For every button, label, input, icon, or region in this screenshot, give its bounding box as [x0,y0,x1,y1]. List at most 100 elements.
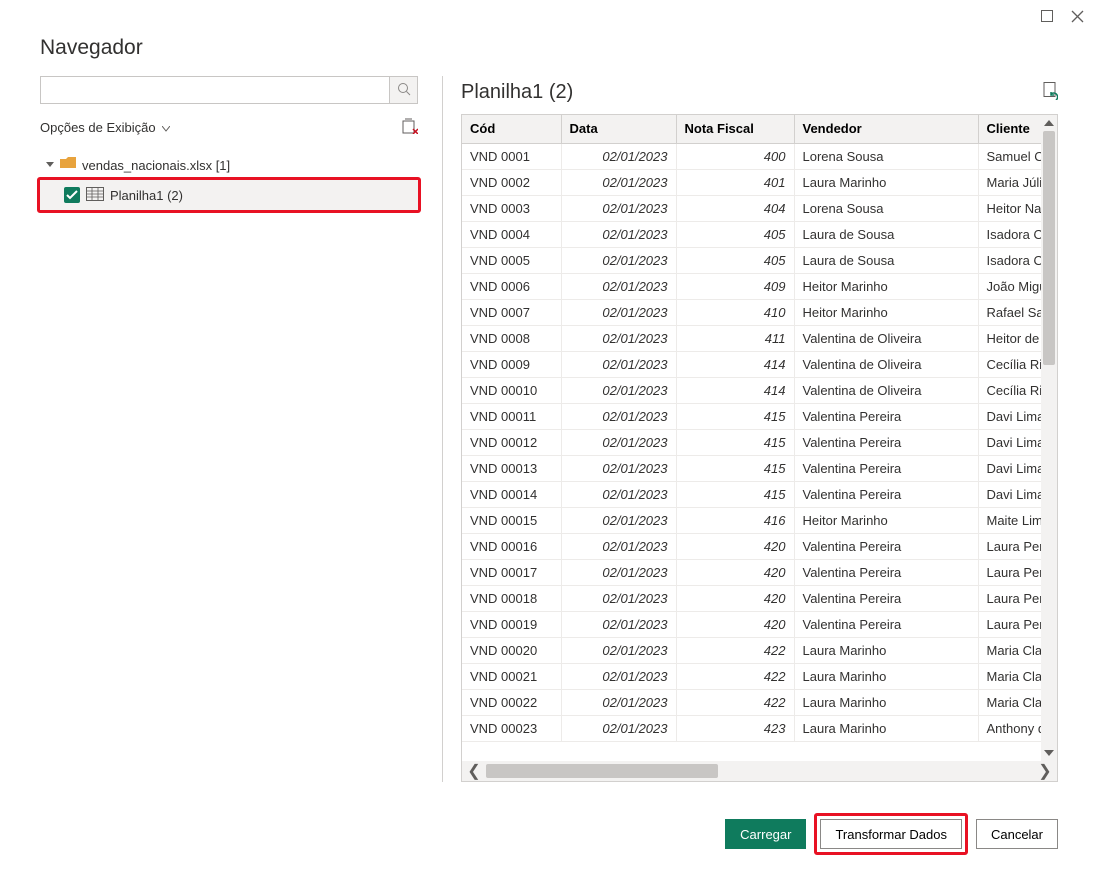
cell-vendedor: Heitor Marinho [794,507,978,533]
cell-data: 02/01/2023 [561,559,676,585]
transform-data-button[interactable]: Transformar Dados [820,819,962,849]
cell-nf: 405 [676,221,794,247]
load-button[interactable]: Carregar [725,819,806,849]
table-row[interactable]: VND 0002102/01/2023422Laura MarinhoMaria… [462,663,1057,689]
cell-cod: VND 00019 [462,611,561,637]
table-header-row: Cód Data Nota Fiscal Vendedor Cliente [462,115,1057,143]
navigator-dialog: Navegador Opções de Exibição [4,0,1094,867]
table-row[interactable]: VND 0001202/01/2023415Valentina PereiraD… [462,429,1057,455]
table-row[interactable]: VND 0002302/01/2023423Laura MarinhoAntho… [462,715,1057,741]
cell-data: 02/01/2023 [561,481,676,507]
cell-vendedor: Valentina Pereira [794,403,978,429]
scroll-up-icon[interactable] [1041,115,1057,131]
cell-nf: 415 [676,481,794,507]
cell-vendedor: Valentina Pereira [794,533,978,559]
refresh-icon[interactable] [1042,82,1058,103]
cell-vendedor: Heitor Marinho [794,273,978,299]
col-header[interactable]: Nota Fiscal [676,115,794,143]
cell-cod: VND 0006 [462,273,561,299]
cell-cod: VND 0007 [462,299,561,325]
vertical-scrollbar[interactable] [1041,115,1057,761]
tree-sheet-label: Planilha1 (2) [110,188,183,203]
table-row[interactable]: VND 000402/01/2023405Laura de SousaIsado… [462,221,1057,247]
cell-data: 02/01/2023 [561,403,676,429]
cell-nf: 422 [676,663,794,689]
table-row[interactable]: VND 000902/01/2023414Valentina de Olivei… [462,351,1057,377]
table-row[interactable]: VND 000602/01/2023409Heitor MarinhoJoão … [462,273,1057,299]
display-options-dropdown[interactable]: Opções de Exibição [40,120,170,135]
table-row[interactable]: VND 0001402/01/2023415Valentina PereiraD… [462,481,1057,507]
col-header[interactable]: Cód [462,115,561,143]
table-row[interactable]: VND 0001702/01/2023420Valentina PereiraL… [462,559,1057,585]
cell-data: 02/01/2023 [561,585,676,611]
scroll-track[interactable] [486,761,1033,781]
table-row[interactable]: VND 000302/01/2023404Lorena SousaHeitor … [462,195,1057,221]
cell-vendedor: Heitor Marinho [794,299,978,325]
cell-data: 02/01/2023 [561,429,676,455]
cell-vendedor: Valentina de Oliveira [794,325,978,351]
maximize-icon[interactable] [1041,10,1053,22]
tree-sheet-row[interactable]: Planilha1 (2) [40,180,418,210]
table-row[interactable]: VND 0001302/01/2023415Valentina PereiraD… [462,455,1057,481]
search-button[interactable] [389,77,417,103]
col-header[interactable]: Data [561,115,676,143]
table-row[interactable]: VND 000502/01/2023405Laura de SousaIsado… [462,247,1057,273]
table-row[interactable]: VND 0002202/01/2023422Laura MarinhoMaria… [462,689,1057,715]
cell-vendedor: Valentina Pereira [794,455,978,481]
table-row[interactable]: VND 0001502/01/2023416Heitor MarinhoMait… [462,507,1057,533]
cell-nf: 422 [676,637,794,663]
cell-vendedor: Lorena Sousa [794,195,978,221]
table-row[interactable]: VND 000702/01/2023410Heitor MarinhoRafae… [462,299,1057,325]
tree-file-row[interactable]: vendas_nacionais.xlsx [1] [40,150,418,180]
cell-cod: VND 00011 [462,403,561,429]
search-box [40,76,418,104]
tree-view: vendas_nacionais.xlsx [1] Planilha1 (2) [40,150,418,210]
cell-cod: VND 0008 [462,325,561,351]
table-row[interactable]: VND 0002002/01/2023422Laura MarinhoMaria… [462,637,1057,663]
table-row[interactable]: VND 000202/01/2023401Laura MarinhoMaria … [462,169,1057,195]
table-row[interactable]: VND 0001802/01/2023420Valentina PereiraL… [462,585,1057,611]
cell-cod: VND 00020 [462,637,561,663]
col-header[interactable]: Vendedor [794,115,978,143]
scroll-right-icon[interactable]: ❯ [1033,761,1057,781]
cell-vendedor: Valentina Pereira [794,559,978,585]
cell-nf: 420 [676,533,794,559]
cell-data: 02/01/2023 [561,533,676,559]
table-row[interactable]: VND 0001902/01/2023420Valentina PereiraL… [462,611,1057,637]
table-row[interactable]: VND 0001602/01/2023420Valentina PereiraL… [462,533,1057,559]
cell-nf: 410 [676,299,794,325]
worksheet-icon [86,187,104,204]
cell-vendedor: Valentina de Oliveira [794,377,978,403]
scroll-thumb[interactable] [1043,131,1055,365]
cell-nf: 422 [676,689,794,715]
cell-nf: 411 [676,325,794,351]
scroll-left-icon[interactable]: ❮ [462,761,486,781]
cell-data: 02/01/2023 [561,221,676,247]
table-row[interactable]: VND 0001002/01/2023414Valentina de Olive… [462,377,1057,403]
cell-nf: 404 [676,195,794,221]
cell-nf: 420 [676,559,794,585]
dialog-title: Navegador [4,32,1094,76]
cell-vendedor: Laura Marinho [794,715,978,741]
folder-icon [60,157,76,173]
display-options-label: Opções de Exibição [40,120,156,135]
scroll-track[interactable] [1041,131,1057,745]
scroll-thumb[interactable] [486,764,718,778]
cell-vendedor: Valentina Pereira [794,585,978,611]
cell-data: 02/01/2023 [561,637,676,663]
checkbox-checked[interactable] [64,187,80,203]
cell-data: 02/01/2023 [561,351,676,377]
cancel-button[interactable]: Cancelar [976,819,1058,849]
remove-icon[interactable] [402,118,418,137]
table-row[interactable]: VND 0001102/01/2023415Valentina PereiraD… [462,403,1057,429]
scroll-down-icon[interactable] [1041,745,1057,761]
cell-cod: VND 00021 [462,663,561,689]
table-row[interactable]: VND 000802/01/2023411Valentina de Olivei… [462,325,1057,351]
cell-nf: 405 [676,247,794,273]
close-icon[interactable] [1071,10,1084,23]
search-input[interactable] [41,77,389,103]
chevron-down-icon [162,120,170,135]
cell-vendedor: Laura Marinho [794,637,978,663]
table-row[interactable]: VND 000102/01/2023400Lorena SousaSamuel … [462,143,1057,169]
horizontal-scrollbar[interactable]: ❮ ❯ [462,761,1057,781]
